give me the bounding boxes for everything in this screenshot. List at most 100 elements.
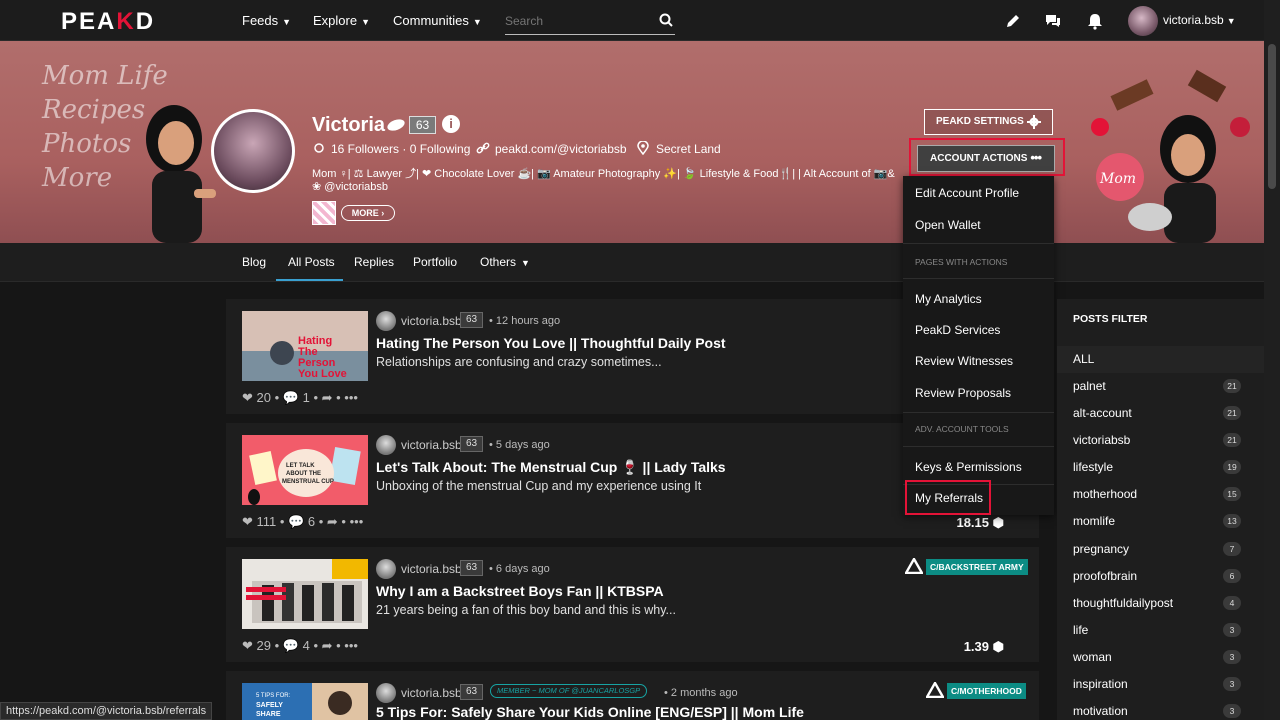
community-tag[interactable]: C/MOTHERHOOD: [947, 683, 1026, 699]
svg-text:LET TALK: LET TALK: [286, 463, 315, 469]
post-thumbnail[interactable]: LET TALK ABOUT THE MENSTRUAL CUP: [242, 435, 368, 505]
filter-label: inspiration: [1073, 677, 1128, 691]
share-icon[interactable]: ➦: [322, 390, 333, 405]
heart-icon[interactable]: ❤: [242, 514, 253, 529]
post-thumbnail[interactable]: [242, 559, 368, 629]
more-dots-icon[interactable]: •••: [350, 514, 364, 529]
filter-item[interactable]: motherhood 15: [1057, 481, 1264, 508]
post-thumbnail[interactable]: 5 TIPS FOR:SAFELYSHAREPICTURES: [242, 683, 368, 720]
account-actions-menu: Edit Account Profile Open Wallet PAGES W…: [903, 176, 1054, 515]
more-dots-icon[interactable]: •••: [344, 638, 358, 653]
user-avatar[interactable]: [1128, 6, 1158, 36]
filter-item[interactable]: life 3: [1057, 617, 1264, 644]
author-avatar[interactable]: [376, 559, 396, 579]
profile-link[interactable]: peakd.com/@victoriabsb: [495, 142, 627, 156]
chevron-down-icon: ▼: [472, 17, 482, 27]
comment-count: 4: [302, 638, 310, 653]
menu-item-edit-profile[interactable]: Edit Account Profile: [915, 186, 1019, 200]
filter-item[interactable]: thoughtfuldailypost 4: [1057, 590, 1264, 617]
author-avatar[interactable]: [376, 435, 396, 455]
comment-icon[interactable]: 💬: [288, 514, 304, 529]
tab-replies[interactable]: Replies: [354, 255, 394, 269]
post-card[interactable]: victoria.bsb 63 • 6 days ago Why I am a …: [226, 547, 1039, 662]
post-title[interactable]: Let's Talk About: The Menstrual Cup 🍷 ||…: [376, 459, 726, 476]
search-icon[interactable]: [659, 13, 673, 27]
post-summary[interactable]: 21 years being a fan of this boy band an…: [376, 603, 676, 617]
filter-item[interactable]: motivation 3: [1057, 698, 1264, 720]
comment-icon[interactable]: 💬: [283, 390, 299, 405]
chat-icon[interactable]: [1044, 12, 1062, 30]
tab-others[interactable]: Others ▼: [480, 255, 530, 269]
heart-icon[interactable]: ❤: [242, 638, 253, 653]
post-payout[interactable]: 1.39 ⬢: [964, 639, 1004, 655]
menu-item-review-witnesses[interactable]: Review Witnesses: [915, 354, 1013, 368]
peakd-settings-button[interactable]: PEAKD SETTINGS: [924, 109, 1053, 135]
comment-icon[interactable]: 💬: [283, 638, 299, 653]
menu-item-peakd-services[interactable]: PeakD Services: [915, 323, 1000, 337]
filter-item[interactable]: inspiration 3: [1057, 671, 1264, 698]
followers-count[interactable]: 16 Followers · 0 Following: [331, 142, 470, 156]
post-card[interactable]: 5 TIPS FOR:SAFELYSHAREPICTURES victoria.…: [226, 671, 1039, 720]
post-title[interactable]: 5 Tips For: Safely Share Your Kids Onlin…: [376, 704, 804, 720]
highlight-outline: [905, 480, 991, 515]
nav-communities[interactable]: Communities ▼: [393, 13, 482, 28]
menu-item-my-analytics[interactable]: My Analytics: [915, 292, 982, 306]
info-icon[interactable]: i: [442, 115, 460, 133]
pencil-icon[interactable]: [1004, 12, 1022, 30]
tab-all-posts[interactable]: All Posts: [288, 255, 335, 269]
post-author[interactable]: victoria.bsb: [401, 562, 462, 576]
search-input[interactable]: [505, 9, 645, 33]
bell-icon[interactable]: [1086, 12, 1104, 30]
more-dots-icon[interactable]: •••: [344, 390, 358, 405]
filter-item[interactable]: victoriabsb 21: [1057, 427, 1264, 454]
menu-divider: [903, 446, 1054, 447]
peakd-logo[interactable]: PEAKD: [61, 8, 155, 36]
menu-item-keys-permissions[interactable]: Keys & Permissions: [915, 460, 1022, 474]
active-tab-indicator: [276, 279, 343, 281]
account-actions-button[interactable]: ACCOUNT ACTIONS •••: [917, 145, 1055, 172]
post-author[interactable]: victoria.bsb: [401, 686, 462, 700]
page-scrollbar[interactable]: [1264, 0, 1280, 720]
tab-blog[interactable]: Blog: [242, 255, 266, 269]
menu-item-review-proposals[interactable]: Review Proposals: [915, 386, 1011, 400]
post-author[interactable]: victoria.bsb: [401, 438, 462, 452]
profile-bio-mention[interactable]: @victoriabsb: [324, 181, 388, 193]
filter-count: 6: [1223, 569, 1241, 583]
post-title[interactable]: Why I am a Backstreet Boys Fan || KTBSPA: [376, 583, 664, 599]
menu-item-open-wallet[interactable]: Open Wallet: [915, 218, 981, 232]
community-thumbnail[interactable]: [312, 201, 336, 225]
post-title[interactable]: Hating The Person You Love || Thoughtful…: [376, 335, 726, 351]
user-menu[interactable]: victoria.bsb ▼: [1163, 13, 1236, 27]
author-avatar[interactable]: [376, 683, 396, 703]
heart-icon[interactable]: ❤: [242, 390, 253, 405]
post-payout[interactable]: 18.15 ⬢: [956, 515, 1004, 531]
filter-item[interactable]: woman 3: [1057, 644, 1264, 671]
community-tag[interactable]: C/BACKSTREET ARMY: [926, 559, 1028, 575]
share-icon[interactable]: ➦: [327, 514, 338, 529]
filter-label: pregnancy: [1073, 542, 1130, 556]
filter-item[interactable]: pregnancy 7: [1057, 536, 1264, 563]
filter-label: lifestyle: [1073, 460, 1114, 474]
filter-item[interactable]: proofofbrain 6: [1057, 563, 1264, 590]
post-thumbnail[interactable]: HatingThePersonYou Love: [242, 311, 368, 381]
post-summary[interactable]: Unboxing of the menstrual Cup and my exp…: [376, 479, 701, 493]
nav-explore[interactable]: Explore ▼: [313, 13, 370, 28]
author-avatar[interactable]: [376, 311, 396, 331]
filter-item[interactable]: lifestyle 19: [1057, 454, 1264, 481]
share-icon[interactable]: ➦: [322, 638, 333, 653]
profile-avatar[interactable]: [211, 109, 295, 193]
filter-item[interactable]: palnet 21: [1057, 373, 1264, 400]
more-button[interactable]: MORE ›: [341, 205, 395, 221]
filter-all[interactable]: ALL: [1057, 346, 1264, 373]
tab-portfolio[interactable]: Portfolio: [413, 255, 457, 269]
svg-text:ABOUT THE: ABOUT THE: [286, 471, 321, 477]
post-summary[interactable]: Relationships are confusing and crazy so…: [376, 355, 662, 369]
scrollbar-thumb[interactable]: [1268, 44, 1276, 189]
nav-feeds[interactable]: Feeds ▼: [242, 13, 291, 28]
post-time: • 6 days ago: [489, 563, 550, 575]
post-author[interactable]: victoria.bsb: [401, 314, 462, 328]
filter-item[interactable]: alt-account 21: [1057, 400, 1264, 427]
top-navbar: PEAKD Feeds▼ Explore▼ Communities▼ victo…: [0, 0, 1280, 41]
filter-count: 3: [1223, 650, 1241, 664]
filter-item[interactable]: momlife 13: [1057, 508, 1264, 535]
